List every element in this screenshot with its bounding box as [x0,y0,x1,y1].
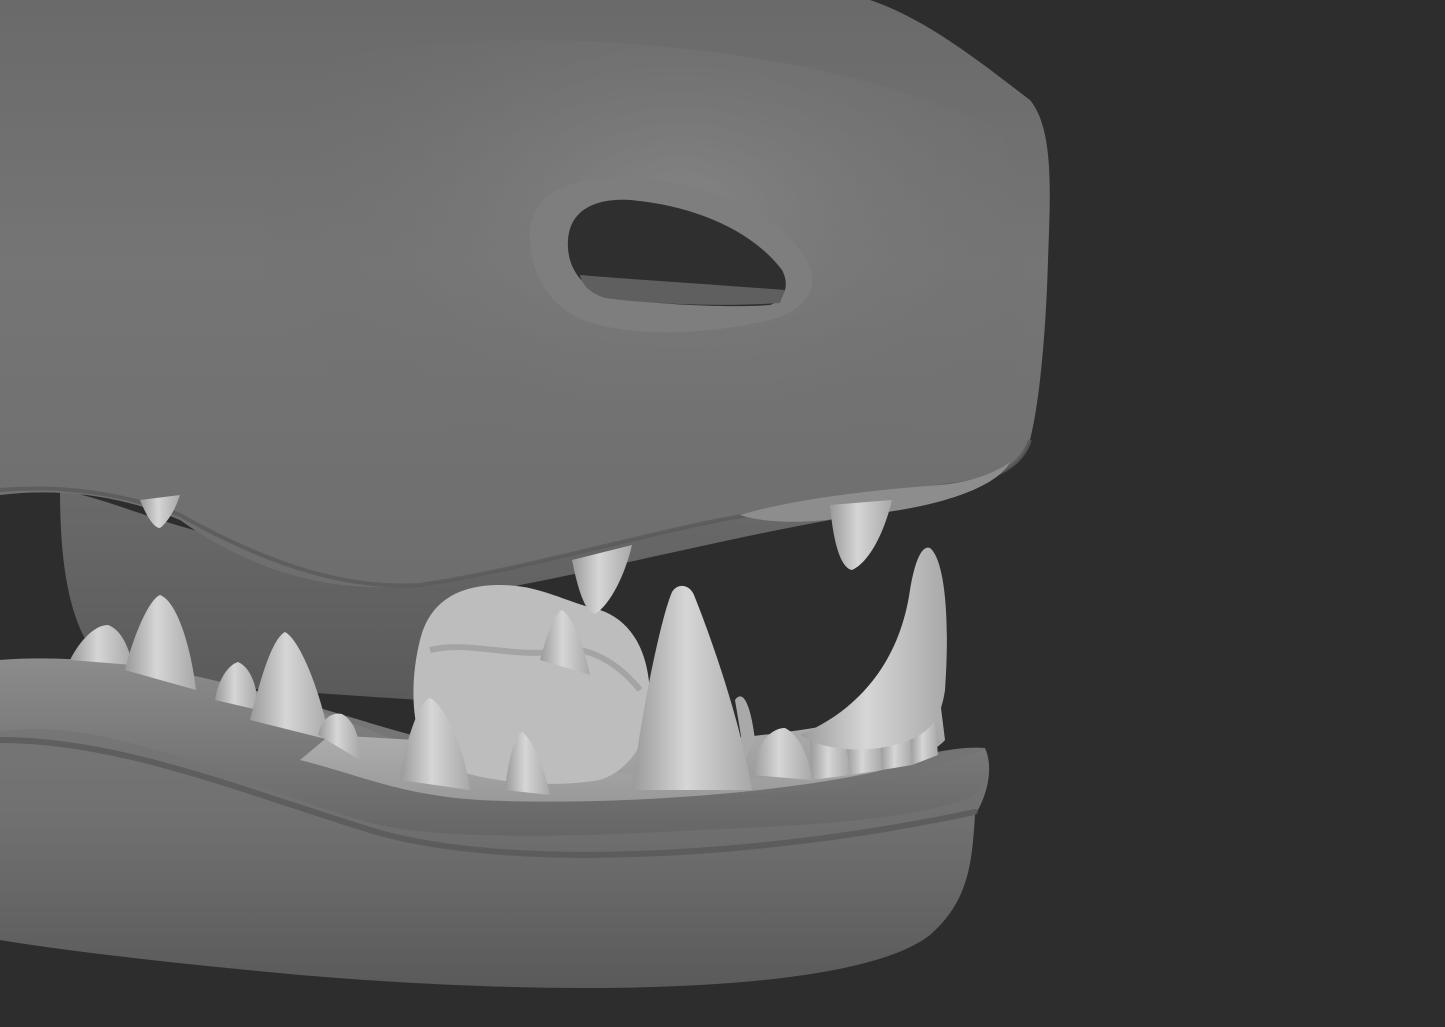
creature-head-render [0,0,1445,1027]
3d-viewport[interactable] [0,0,1445,1027]
